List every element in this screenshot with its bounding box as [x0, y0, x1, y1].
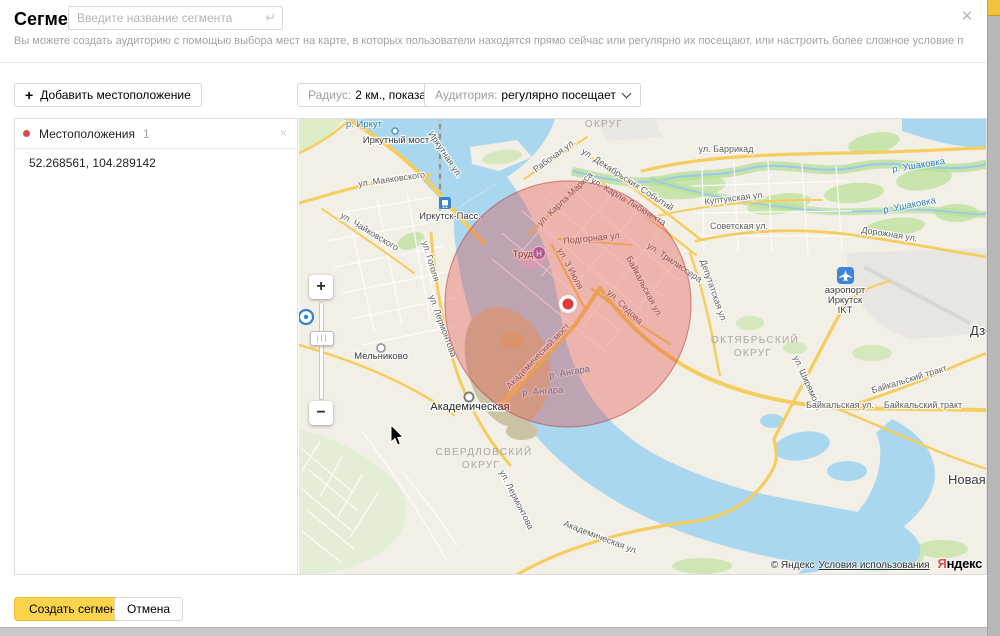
map-label: ОКРУГ	[462, 460, 500, 471]
location-item[interactable]: 52.268561, 104.289142	[15, 152, 297, 174]
map-label: Советская ул.	[710, 221, 768, 231]
map-label: Байкальская ул.	[806, 400, 874, 410]
bridge-point-icon	[392, 128, 398, 134]
map-label: Новая Разводная	[948, 472, 986, 487]
segment-content: Местоположения 1 × 52.268561, 104.289142	[14, 118, 987, 575]
segment-center-marker[interactable]	[559, 295, 577, 313]
radius-label: Радиус:	[308, 88, 351, 102]
header-divider	[0, 62, 987, 63]
map-label: ул. Баррикад	[699, 144, 755, 154]
map-copyright: © Яндекс	[771, 560, 815, 571]
audience-value: регулярно посещает	[501, 88, 615, 102]
zoom-in-button[interactable]: +	[309, 275, 333, 299]
panel-remove-icon[interactable]: ×	[280, 126, 287, 140]
map-label: СВЕРДЛОВСКИЙ	[435, 445, 532, 458]
map-label: ОКРУГ	[734, 348, 772, 359]
segment-name-field: ↵	[68, 6, 283, 30]
scrollbar-top-marker	[988, 0, 1000, 16]
map-label: ОКРУГ	[585, 119, 623, 130]
terms-of-use-link[interactable]: Условия использования	[819, 560, 930, 571]
add-location-label: Добавить местоположение	[40, 88, 191, 102]
audience-dropdown[interactable]: Аудитория: регулярно посещает	[424, 83, 641, 107]
map-label: Дзержинск	[970, 323, 986, 338]
segment-modal: Сегмент ↵ × Вы можете создать аудиторию …	[0, 0, 987, 636]
metro-icon	[299, 310, 313, 324]
locations-count: 1	[143, 127, 150, 141]
close-icon[interactable]: ×	[956, 6, 978, 28]
add-location-button[interactable]: + Добавить местоположение	[14, 83, 202, 107]
zoom-slider-handle[interactable]	[310, 331, 334, 346]
location-coordinates: 52.268561, 104.289142	[29, 156, 156, 170]
map-label: IKT	[838, 305, 853, 316]
audience-segment-screen: Сегмент ↵ × Вы можете создать аудиторию …	[0, 0, 1000, 636]
map-label: Иркутск-Пасс.	[419, 211, 481, 222]
audience-label: Аудитория:	[435, 88, 497, 102]
map-label: р. Иркут	[346, 119, 383, 130]
segment-name-input[interactable]	[68, 6, 283, 30]
locations-panel: Местоположения 1 × 52.268561, 104.289142	[15, 119, 298, 574]
map-label: Иркутный мост	[363, 135, 430, 146]
modal-description: Вы можете создать аудиторию с помощью вы…	[14, 35, 964, 47]
locations-panel-header: Местоположения 1 ×	[15, 119, 297, 149]
zoom-slider[interactable]	[319, 302, 324, 400]
map-label: ОКТЯБРЬСКИЙ	[711, 333, 799, 346]
page-scrollbar[interactable]	[987, 0, 1000, 636]
train-station-icon	[439, 197, 451, 209]
yandex-logo: Яндекс	[938, 556, 982, 571]
airport-icon	[837, 267, 854, 284]
cancel-button[interactable]: Отмена	[114, 597, 183, 621]
plus-icon: +	[25, 88, 33, 102]
map-label: Мельниково	[354, 351, 408, 362]
bottom-bar	[0, 627, 987, 636]
map-attribution: © Яндекс Условия использования Яндекс	[771, 556, 982, 571]
location-marker-dot	[23, 130, 30, 137]
chevron-down-icon	[621, 88, 631, 98]
zoom-out-button[interactable]: −	[309, 401, 333, 425]
map-label: Байкальский тракт	[884, 400, 962, 410]
locations-title: Местоположения	[39, 127, 135, 141]
map-canvas[interactable]: Н р. ИркутИркутный мостИркутная ул.ул. М…	[299, 119, 986, 574]
radius-value: 2 км., показан	[355, 88, 433, 102]
